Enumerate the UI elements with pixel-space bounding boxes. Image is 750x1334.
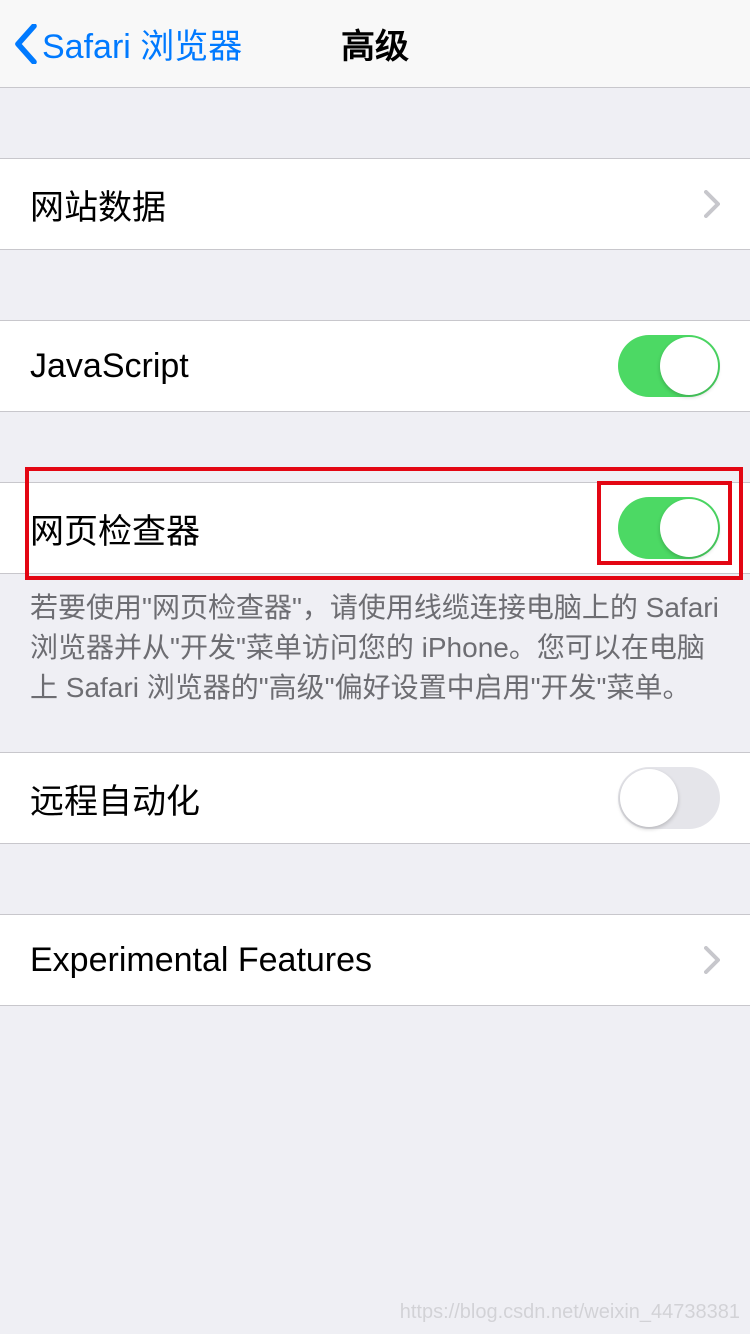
chevron-left-icon	[14, 24, 38, 64]
group-spacer	[0, 88, 750, 158]
remote-automation-switch[interactable]	[618, 767, 720, 829]
group-spacer	[0, 412, 750, 482]
back-button[interactable]: Safari 浏览器	[0, 19, 242, 68]
chevron-right-icon	[704, 946, 720, 974]
group-spacer	[0, 250, 750, 320]
row-web-inspector: 网页检查器	[0, 482, 750, 574]
row-remote-automation: 远程自动化	[0, 752, 750, 844]
row-website-data[interactable]: 网站数据	[0, 158, 750, 250]
switch-knob	[660, 499, 718, 557]
cell-label: 远程自动化	[30, 774, 618, 823]
nav-bar: Safari 浏览器 高级	[0, 0, 750, 88]
page-title: 高级	[341, 19, 409, 68]
web-inspector-footer: 若要使用"网页检查器"，请使用线缆连接电脑上的 Safari 浏览器并从"开发"…	[0, 574, 750, 708]
group-spacer	[0, 708, 750, 752]
back-label: Safari 浏览器	[42, 19, 242, 68]
cell-label: 网页检查器	[30, 504, 618, 553]
chevron-right-icon	[704, 190, 720, 218]
group-spacer	[0, 844, 750, 914]
cell-label: 网站数据	[30, 180, 704, 229]
cell-label: JavaScript	[30, 347, 618, 386]
web-inspector-switch[interactable]	[618, 497, 720, 559]
javascript-switch[interactable]	[618, 335, 720, 397]
switch-knob	[620, 769, 678, 827]
cell-label: Experimental Features	[30, 941, 704, 980]
switch-knob	[660, 337, 718, 395]
row-javascript: JavaScript	[0, 320, 750, 412]
watermark-text: https://blog.csdn.net/weixin_44738381	[400, 1301, 740, 1324]
row-experimental-features[interactable]: Experimental Features	[0, 914, 750, 1006]
